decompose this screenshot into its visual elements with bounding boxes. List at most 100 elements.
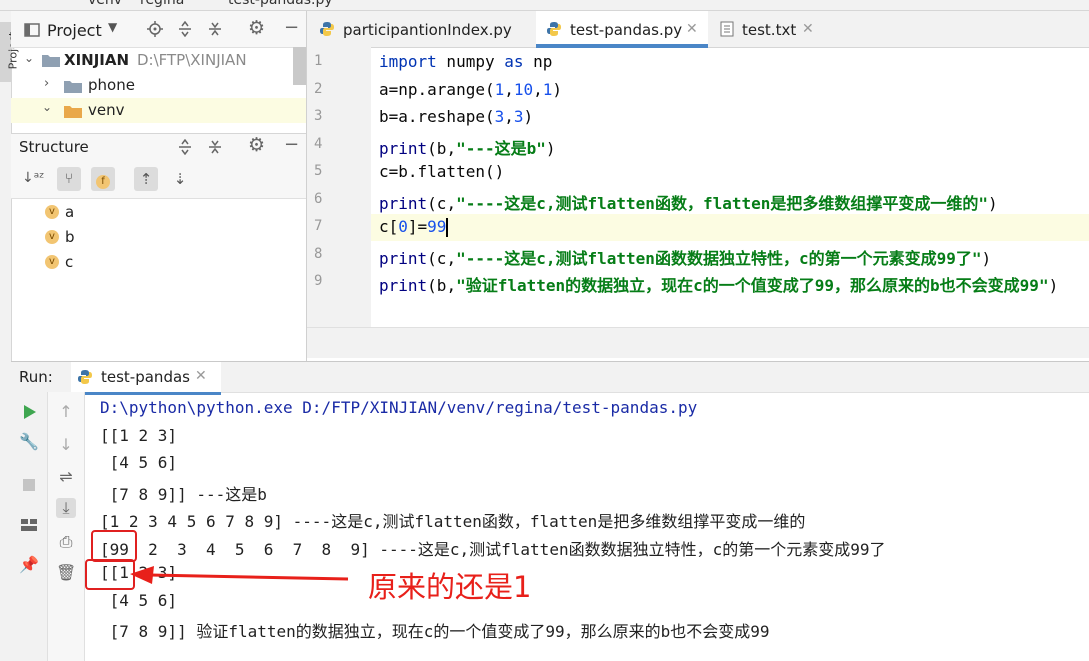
line-number: 2 xyxy=(314,80,323,97)
print-icon[interactable]: ⎙ xyxy=(56,532,76,552)
annotation-arrow-icon xyxy=(130,566,349,584)
console-line: [7 8 9]] ---这是b xyxy=(100,484,267,504)
code-line: a=np.arange(1,10,1) xyxy=(379,79,563,99)
code-line: c=b.flatten() xyxy=(379,162,505,181)
collapse-all-icon[interactable] xyxy=(207,139,223,155)
locate-target-icon[interactable] xyxy=(147,21,163,37)
code-editor[interactable]: import numpy as np a=np.arange(1,10,1) b=a… xyxy=(372,47,1089,327)
line-number: 7 xyxy=(314,218,323,234)
show-fields-icon[interactable]: f xyxy=(91,167,115,191)
python-file-icon xyxy=(320,22,334,36)
folder-icon xyxy=(64,106,82,118)
minimize-icon[interactable]: − xyxy=(284,17,299,38)
chevron-down-icon[interactable]: ▼ xyxy=(108,20,117,34)
gear-icon[interactable]: ⚙ xyxy=(248,17,265,39)
minimize-icon[interactable]: − xyxy=(284,134,299,155)
tab-label: test.txt xyxy=(742,21,797,39)
console-line: [1 2 3 4 5 6 7 8 9] ----这是c,测试flatten函数，… xyxy=(100,512,806,531)
line-number: 8 xyxy=(314,245,323,262)
editor-tab-bar: participantionIndex.py test-pandas.py ✕ … xyxy=(307,11,1089,48)
wrench-icon[interactable]: 🔧 xyxy=(19,432,39,452)
code-line: print(b,"---这是b") xyxy=(379,138,556,158)
console-line: [4 5 6] xyxy=(100,590,178,610)
layout-icon[interactable] xyxy=(19,515,39,535)
trash-icon[interactable]: 🗑 xyxy=(56,563,76,583)
expand-all-icon[interactable] xyxy=(177,21,193,37)
structure-item[interactable]: v b xyxy=(11,225,306,250)
console-line: [99 2 3 4 5 6 7 8 9] ----这是c,测试flatten函数… xyxy=(100,539,886,559)
text-file-icon xyxy=(720,21,734,37)
filter-icon[interactable]: ⑂ xyxy=(57,167,81,191)
chevron-down-icon[interactable]: ⌄ xyxy=(24,51,34,65)
project-panel-title[interactable]: Project xyxy=(47,21,102,40)
python-file-icon xyxy=(78,370,92,384)
text-caret xyxy=(446,218,448,237)
line-number: 5 xyxy=(314,163,323,179)
line-number: 3 xyxy=(314,108,323,124)
stop-icon[interactable] xyxy=(19,475,39,495)
run-toolbar-primary: 🔧 📌 xyxy=(11,392,48,661)
soft-wrap-icon[interactable]: ⇌ xyxy=(56,467,76,487)
tree-item-venv[interactable]: ⌄ venv xyxy=(11,98,306,123)
code-line: b=a.reshape(3,3) xyxy=(379,107,534,126)
tab-participantionindex[interactable]: participantionIndex.py xyxy=(307,11,536,47)
scroll-to-source-icon[interactable]: ⇣ xyxy=(168,167,192,191)
console-line: [7 8 9]] 验证flatten的数据独立，现在c的一个值变成了99，那么原… xyxy=(100,622,770,641)
run-toolbar-secondary: ↑ ↓ ⇌ ⤓ ⎙ 🗑 xyxy=(48,392,85,661)
close-icon[interactable]: ✕ xyxy=(686,21,698,37)
scroll-to-end-icon[interactable]: ⤓ xyxy=(56,498,76,518)
project-panel-header: Project ▼ ⚙ − xyxy=(11,11,306,48)
tree-item-phone[interactable]: › phone xyxy=(11,73,306,98)
tree-item-label: venv xyxy=(88,101,125,119)
console-line: [[1 2 3] xyxy=(100,425,178,445)
console-command-line: D:\python\python.exe D:/FTP/XINJIAN/venv… xyxy=(100,398,698,417)
annotation-box-99 xyxy=(91,530,137,562)
line-number-gutter: 1 2 3 4 5 6 7 8 9 xyxy=(307,47,371,327)
structure-panel-title: Structure xyxy=(19,138,89,156)
arrow-down-icon[interactable]: ↓ xyxy=(56,435,76,455)
project-root-path: D:\FTP\XINJIAN xyxy=(137,51,247,69)
line-number: 9 xyxy=(314,273,323,289)
pin-icon[interactable]: 📌 xyxy=(19,555,39,575)
structure-item[interactable]: v a xyxy=(11,200,306,225)
sort-alpha-icon[interactable]: ↓ᵃᶻ xyxy=(22,170,44,186)
run-icon[interactable] xyxy=(19,402,39,422)
tab-test-txt[interactable]: test.txt ✕ xyxy=(708,11,828,47)
folder-icon xyxy=(64,81,82,93)
structure-panel-header: Structure ⚙ − xyxy=(11,133,306,162)
console-output[interactable]: D:\python\python.exe D:/FTP/XINJIAN/venv… xyxy=(85,392,1089,661)
code-line: print(c,"----这是c,测试flatten函数，flatten是把多维… xyxy=(379,193,998,213)
structure-item[interactable]: v c xyxy=(11,250,306,275)
breadcrumb: venv regina test-pandas.py xyxy=(0,0,1089,11)
console-line: [4 5 6] xyxy=(100,453,178,472)
folder-icon xyxy=(42,55,60,67)
close-icon[interactable]: ✕ xyxy=(802,21,814,37)
chevron-down-icon[interactable]: ⌄ xyxy=(42,100,52,114)
gear-icon[interactable]: ⚙ xyxy=(248,134,265,156)
breadcrumb-item[interactable]: test-pandas.py xyxy=(228,0,333,8)
variable-icon: v xyxy=(45,255,59,269)
breadcrumb-item[interactable]: regina xyxy=(140,0,184,8)
project-tool-tab[interactable]: Project xyxy=(0,22,19,82)
run-tab-label: test-pandas xyxy=(101,368,190,386)
editor-status-strip xyxy=(307,327,1089,358)
close-icon[interactable]: ✕ xyxy=(195,368,207,384)
scrollbar-thumb[interactable] xyxy=(293,47,306,85)
tree-root-row[interactable]: ⌄ XINJIAN D:\FTP\XINJIAN xyxy=(11,48,306,73)
line-number: 1 xyxy=(314,53,323,69)
line-number: 6 xyxy=(314,190,323,207)
structure-item-label: a xyxy=(65,203,75,221)
scroll-from-source-icon[interactable]: ⇡ xyxy=(134,167,158,191)
arrow-up-icon[interactable]: ↑ xyxy=(56,402,76,422)
collapse-all-icon[interactable] xyxy=(207,21,223,37)
chevron-right-icon[interactable]: › xyxy=(44,76,49,91)
run-tab[interactable]: test-pandas ✕ xyxy=(71,362,221,395)
variable-icon: v xyxy=(45,230,59,244)
structure-toolbar: ↓ᵃᶻ ⑂ f ⇡ ⇣ xyxy=(11,162,306,199)
tab-label: participantionIndex.py xyxy=(343,21,512,39)
python-file-icon xyxy=(547,22,561,36)
breadcrumb-item[interactable]: venv xyxy=(88,0,122,8)
tab-test-pandas[interactable]: test-pandas.py ✕ xyxy=(536,11,708,48)
expand-all-icon[interactable] xyxy=(177,139,193,155)
project-window-icon xyxy=(24,23,40,37)
